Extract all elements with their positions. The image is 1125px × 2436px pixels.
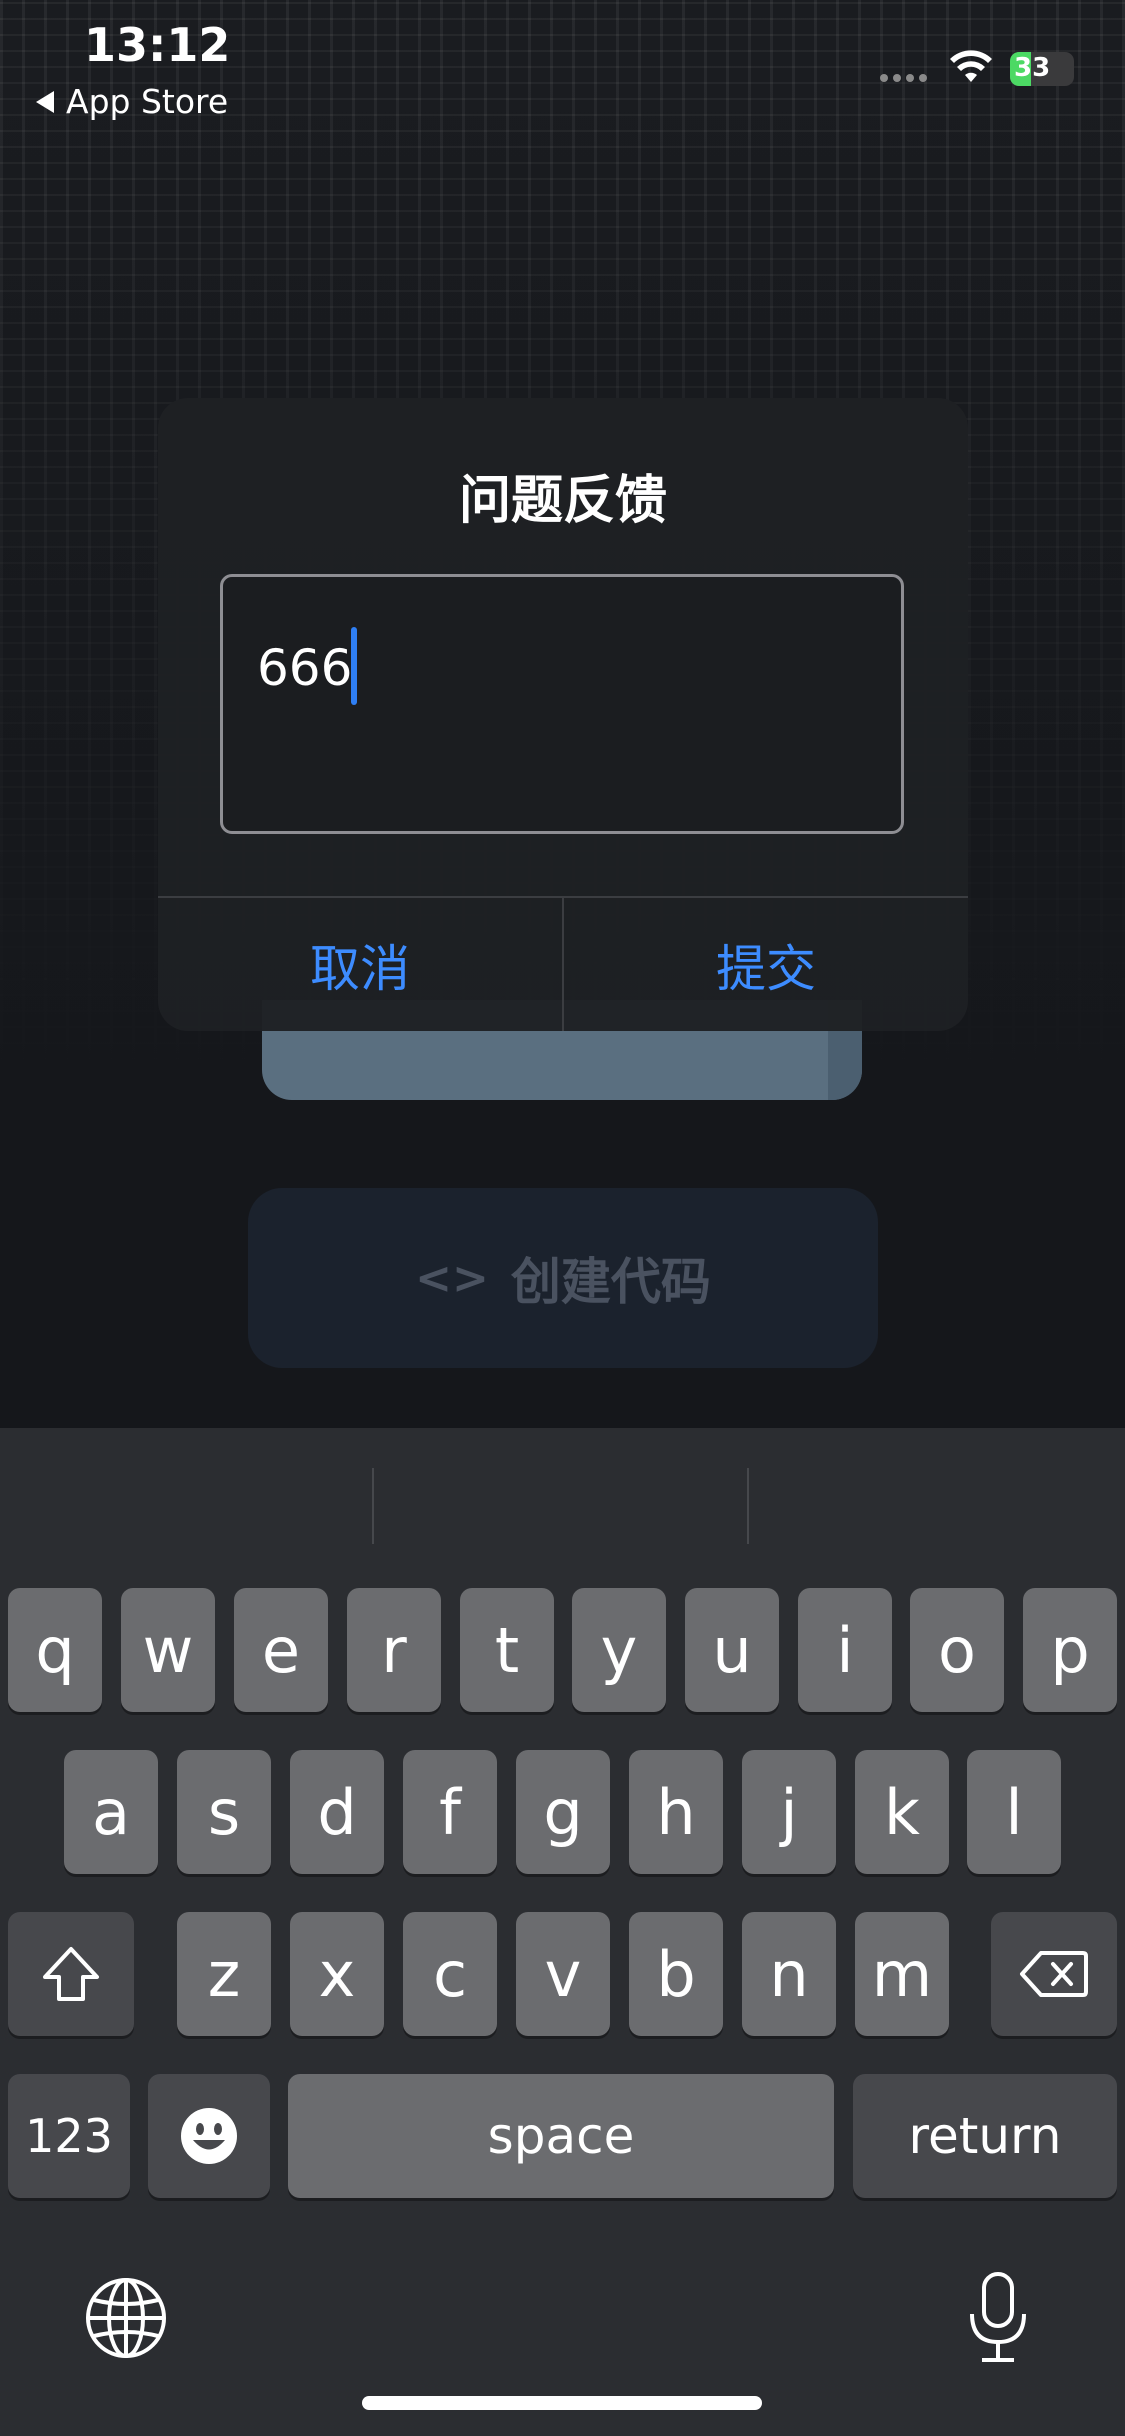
key-n[interactable]: n	[742, 1912, 836, 2036]
home-indicator[interactable]	[362, 2396, 762, 2410]
key-a[interactable]: a	[64, 1750, 158, 1874]
back-to-app-store[interactable]: App Store	[36, 82, 228, 121]
key-e[interactable]: e	[234, 1588, 328, 1712]
key-w[interactable]: w	[121, 1588, 215, 1712]
battery-icon: 33	[1010, 52, 1074, 86]
key-c[interactable]: c	[403, 1912, 497, 2036]
key-m[interactable]: m	[855, 1912, 949, 2036]
feedback-dialog: 问题反馈 666 取消 提交	[158, 398, 968, 1031]
key-f[interactable]: f	[403, 1750, 497, 1874]
battery-percent: 33	[1014, 53, 1051, 83]
key-k[interactable]: k	[855, 1750, 949, 1874]
feedback-input[interactable]: 666	[220, 574, 904, 834]
keyboard: q w e r t y u i o p a s d f g h j k l z …	[0, 1428, 1125, 2436]
code-icon: <>	[415, 1252, 489, 1304]
key-g[interactable]: g	[516, 1750, 610, 1874]
emoji-key[interactable]	[148, 2074, 270, 2198]
text-caret	[351, 627, 357, 705]
submit-button[interactable]: 提交	[564, 898, 968, 1031]
shift-icon	[43, 1947, 99, 2001]
key-o[interactable]: o	[910, 1588, 1004, 1712]
key-d[interactable]: d	[290, 1750, 384, 1874]
key-z[interactable]: z	[177, 1912, 271, 2036]
back-arrow-icon	[36, 90, 54, 113]
key-r[interactable]: r	[347, 1588, 441, 1712]
emoji-icon	[181, 2108, 237, 2164]
back-link-label: App Store	[66, 82, 229, 121]
numbers-key[interactable]: 123	[8, 2074, 130, 2198]
backspace-key[interactable]	[991, 1912, 1117, 2036]
suggestion-separator	[372, 1468, 374, 1544]
key-q[interactable]: q	[8, 1588, 102, 1712]
key-b[interactable]: b	[629, 1912, 723, 2036]
globe-icon[interactable]	[84, 2276, 168, 2360]
return-key[interactable]: return	[853, 2074, 1117, 2198]
suggestion-separator	[747, 1468, 749, 1544]
key-p[interactable]: p	[1023, 1588, 1117, 1712]
backspace-icon	[1020, 1951, 1088, 1997]
key-u[interactable]: u	[685, 1588, 779, 1712]
key-y[interactable]: y	[572, 1588, 666, 1712]
key-s[interactable]: s	[177, 1750, 271, 1874]
create-code-button[interactable]: <> 创建代码	[248, 1188, 878, 1368]
key-i[interactable]: i	[798, 1588, 892, 1712]
key-v[interactable]: v	[516, 1912, 610, 2036]
key-t[interactable]: t	[460, 1588, 554, 1712]
wifi-icon	[950, 50, 992, 82]
signal-dots-icon	[880, 74, 927, 82]
key-j[interactable]: j	[742, 1750, 836, 1874]
create-code-label: 创建代码	[510, 1253, 711, 1311]
shift-key[interactable]	[8, 1912, 134, 2036]
feedback-input-value: 666	[257, 639, 353, 697]
dialog-title: 问题反馈	[458, 471, 667, 531]
microphone-icon[interactable]	[962, 2270, 1034, 2366]
cancel-button[interactable]: 取消	[158, 898, 562, 1031]
key-x[interactable]: x	[290, 1912, 384, 2036]
key-h[interactable]: h	[629, 1750, 723, 1874]
space-key[interactable]: space	[288, 2074, 834, 2198]
status-time: 13:12	[84, 18, 231, 72]
key-l[interactable]: l	[967, 1750, 1061, 1874]
